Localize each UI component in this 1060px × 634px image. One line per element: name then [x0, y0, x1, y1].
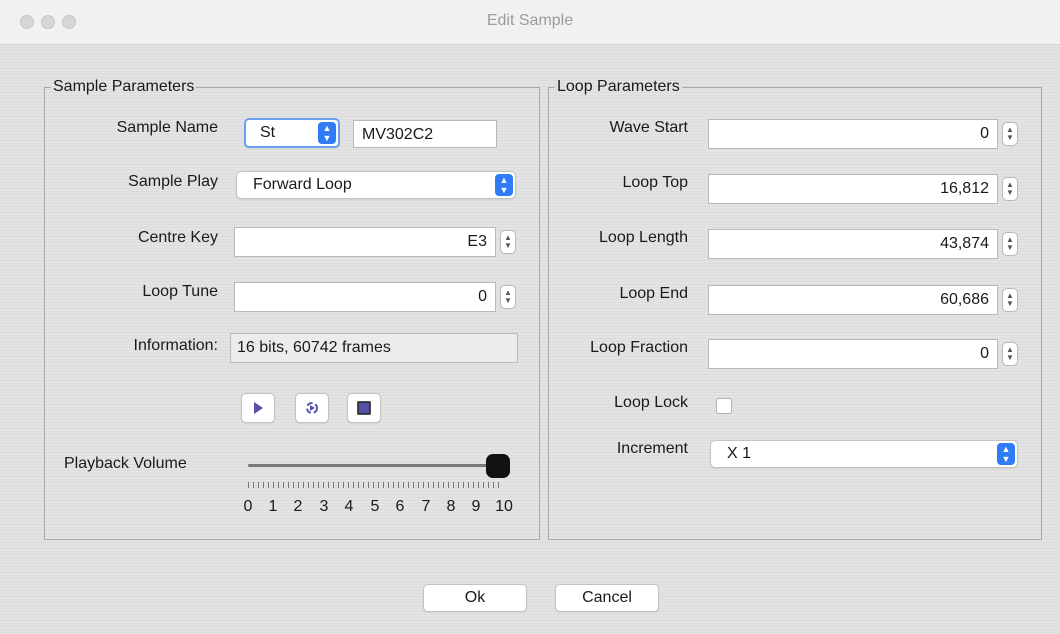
sample-parameters-title: Sample Parameters [53, 78, 195, 95]
volume-tick-label: 6 [395, 498, 405, 515]
loop-fraction-stepper[interactable]: ▲ ▼ [1002, 342, 1018, 366]
wave-start-stepper[interactable]: ▲ ▼ [1002, 122, 1018, 146]
centre-key-label: Centre Key [137, 229, 218, 246]
loop-lock-label: Loop Lock [614, 394, 688, 411]
loop-tune-input[interactable]: 0 [234, 282, 496, 312]
cancel-button[interactable]: Cancel [555, 584, 659, 612]
volume-tick-label: 4 [344, 498, 354, 515]
chevron-updown-icon: ▲ ▼ [997, 443, 1015, 465]
loop-length-input[interactable]: 43,874 [708, 229, 998, 259]
loop-fraction-input[interactable]: 0 [708, 339, 998, 369]
loop-end-stepper[interactable]: ▲ ▼ [1002, 288, 1018, 312]
slider-track [248, 464, 502, 467]
sample-play-label: Sample Play [128, 173, 218, 190]
information-value: 16 bits, 60742 frames [230, 333, 518, 363]
volume-tick-label: 10 [495, 498, 513, 515]
volume-tick-label: 2 [293, 498, 303, 515]
volume-tick-label: 7 [421, 498, 431, 515]
sample-name-label: Sample Name [116, 119, 218, 136]
loop-end-label: Loop End [619, 285, 688, 302]
sample-name-type-select[interactable]: St ▲ ▼ [244, 118, 340, 148]
loop-tune-stepper[interactable]: ▲ ▼ [500, 285, 516, 309]
loop-play-button[interactable] [295, 393, 329, 423]
loop-top-label: Loop Top [622, 174, 688, 191]
loop-tune-label: Loop Tune [142, 283, 218, 300]
stop-icon [357, 401, 371, 415]
playback-volume-label: Playback Volume [64, 455, 187, 472]
volume-tick-label: 1 [268, 498, 278, 515]
loop-length-stepper[interactable]: ▲ ▼ [1002, 232, 1018, 256]
volume-tick-label: 3 [319, 498, 329, 515]
wave-start-label: Wave Start [609, 119, 688, 136]
loop-length-label: Loop Length [599, 229, 688, 246]
title-bar: Edit Sample [0, 0, 1060, 45]
play-icon [254, 402, 263, 414]
centre-key-input[interactable]: E3 [234, 227, 496, 257]
sample-play-value: Forward Loop [253, 176, 352, 193]
wave-start-input[interactable]: 0 [708, 119, 998, 149]
sample-play-select[interactable]: Forward Loop ▲ ▼ [236, 171, 516, 199]
sample-name-type-value: St [260, 124, 276, 141]
loop-end-input[interactable]: 60,686 [708, 285, 998, 315]
window-title: Edit Sample [486, 12, 574, 29]
volume-tick-label: 5 [370, 498, 380, 515]
centre-key-stepper[interactable]: ▲ ▼ [500, 230, 516, 254]
ok-button[interactable]: Ok [423, 584, 527, 612]
chevron-updown-icon: ▲ ▼ [495, 174, 513, 196]
increment-value: X 1 [727, 445, 752, 462]
increment-select[interactable]: X 1 ▲ ▼ [710, 440, 1018, 468]
volume-tick-label: 9 [471, 498, 481, 515]
volume-tick-label: 0 [243, 498, 253, 515]
increment-label: Increment [616, 440, 688, 457]
volume-tick-marks [248, 482, 502, 488]
loop-top-input[interactable]: 16,812 [708, 174, 998, 204]
loop-play-icon [306, 402, 318, 414]
loop-lock-checkbox[interactable] [716, 398, 732, 414]
volume-tick-label: 8 [446, 498, 456, 515]
stop-button[interactable] [347, 393, 381, 423]
chevron-updown-icon: ▲ ▼ [318, 122, 336, 144]
loop-top-stepper[interactable]: ▲ ▼ [1002, 177, 1018, 201]
information-label: Information: [133, 337, 218, 354]
loop-parameters-title: Loop Parameters [557, 78, 680, 95]
slider-thumb[interactable] [486, 454, 510, 478]
sample-name-input[interactable]: MV302C2 [353, 120, 497, 148]
play-button[interactable] [241, 393, 275, 423]
loop-fraction-label: Loop Fraction [590, 339, 688, 356]
playback-volume-slider[interactable] [248, 452, 512, 480]
